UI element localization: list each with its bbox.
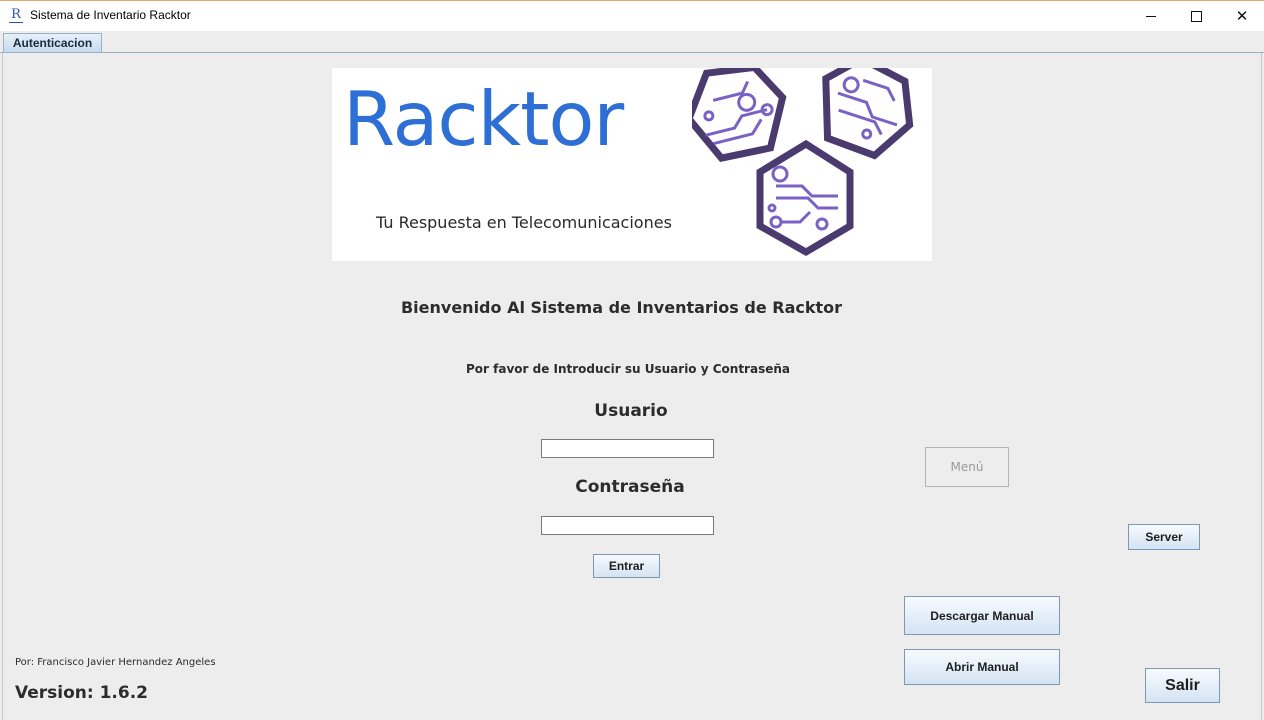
server-button[interactable]: Server <box>1128 524 1200 550</box>
circuit-hexagons-logo <box>692 68 914 257</box>
r-app-icon: R <box>9 7 23 23</box>
login-button[interactable]: Entrar <box>593 554 660 578</box>
version-label: Version: 1.6.2 <box>15 683 148 703</box>
minimize-icon[interactable] <box>1128 1 1174 31</box>
password-input[interactable] <box>541 516 714 535</box>
welcome-heading: Bienvenido Al Sistema de Inventarios de … <box>400 298 843 317</box>
window-title: Sistema de Inventario Racktor <box>30 8 191 22</box>
exit-button[interactable]: Salir <box>1145 668 1220 703</box>
tab-strip: Autenticacion <box>0 31 1264 53</box>
racktor-banner: Racktor Tu Respuesta en Telecomunicacion… <box>332 68 932 261</box>
tab-autenticacion[interactable]: Autenticacion <box>3 33 102 53</box>
download-manual-button[interactable]: Descargar Manual <box>904 596 1060 635</box>
username-input[interactable] <box>541 439 714 458</box>
password-label: Contraseña <box>575 477 685 497</box>
title-bar[interactable]: R Sistema de Inventario Racktor ✕ <box>0 0 1264 31</box>
close-icon[interactable]: ✕ <box>1219 1 1264 31</box>
username-label: Usuario <box>594 401 668 421</box>
maximize-icon[interactable] <box>1173 1 1219 31</box>
author-credit: Por: Francisco Javier Hernandez Angeles <box>15 657 216 668</box>
menu-button[interactable]: Menú <box>925 447 1009 487</box>
login-instructions: Por favor de Introducir su Usuario y Con… <box>466 362 790 376</box>
open-manual-button[interactable]: Abrir Manual <box>904 649 1060 685</box>
brand-logo-text: Racktor <box>343 75 624 163</box>
brand-tagline: Tu Respuesta en Telecomunicaciones <box>376 213 672 232</box>
